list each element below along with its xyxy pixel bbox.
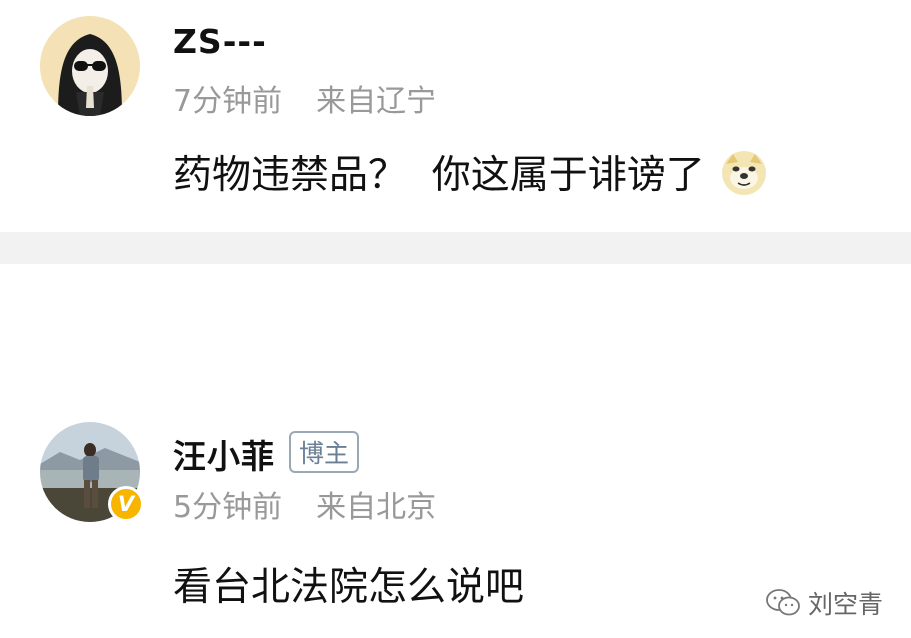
comment-item: ZS--- 7分钟前 来自辽宁 药物违禁品？ 你这属于诽谤了 — [0, 0, 911, 232]
watermark-label: 刘空青 — [807, 590, 883, 619]
comment-text: 看台北法院怎么说吧 — [173, 565, 525, 610]
username[interactable]: 汪小菲 博主 — [173, 430, 360, 478]
section-divider — [0, 232, 911, 264]
comment-location: 来自辽宁 — [316, 84, 437, 119]
wechat-icon — [766, 589, 800, 616]
comment-meta: 7分钟前 来自辽宁 — [173, 76, 436, 120]
doge-emoji-icon — [722, 151, 767, 195]
watermark: 刘空青 — [766, 585, 883, 621]
hooded-figure-avatar-icon — [40, 16, 140, 116]
comment-text: 药物违禁品？ 你这属于诽谤了 — [173, 144, 767, 200]
comment-time: 7分钟前 — [173, 84, 283, 119]
author-badge: 博主 — [289, 431, 360, 473]
comment-time: 5分钟前 — [173, 490, 283, 525]
verified-badge-icon: V — [108, 486, 144, 522]
comment-meta: 5分钟前 来自北京 — [173, 482, 436, 526]
comment-location: 来自北京 — [316, 490, 437, 525]
avatar[interactable] — [40, 16, 140, 116]
comment-text-content: 药物违禁品？ 你这属于诽谤了 — [173, 153, 705, 198]
username[interactable]: ZS--- — [173, 22, 267, 61]
username-text: 汪小菲 — [173, 437, 275, 476]
